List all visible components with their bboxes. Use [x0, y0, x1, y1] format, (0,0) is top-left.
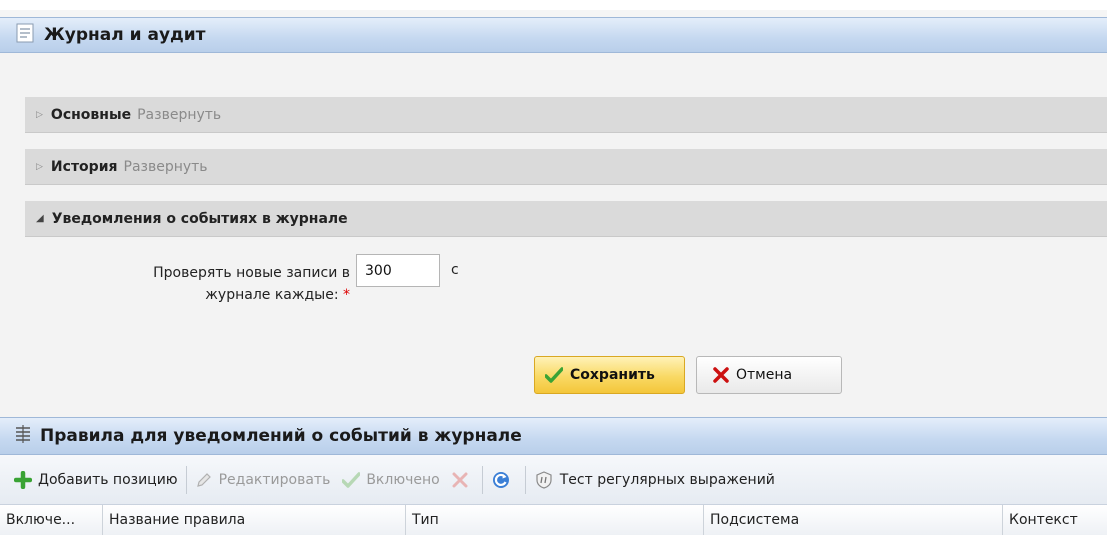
pencil-icon [195, 471, 213, 489]
edit-label: Редактировать [218, 471, 331, 488]
journal-panel-header: Журнал и аудит [0, 17, 1107, 53]
delete-button[interactable] [452, 472, 474, 488]
refresh-button[interactable] [491, 470, 517, 490]
close-icon [713, 367, 729, 383]
section-history-title: История [50, 158, 118, 175]
top-strip [0, 0, 1107, 10]
section-history[interactable]: ▷ История Развернуть [25, 149, 1107, 185]
save-button-label: Сохранить [570, 367, 655, 383]
interval-label-line1: Проверять новые записи в [153, 265, 350, 281]
refresh-icon [491, 470, 511, 490]
regex-shield-icon [534, 470, 554, 490]
section-basic-expand-link[interactable]: Развернуть [137, 107, 221, 123]
enable-button[interactable]: Включено [342, 471, 440, 488]
column-header-rule-name[interactable]: Название правила [103, 505, 406, 535]
toolbar-separator [481, 465, 483, 494]
checkmark-icon [342, 471, 361, 488]
section-history-expand-link[interactable]: Развернуть [124, 159, 208, 175]
required-mark: * [343, 287, 350, 303]
column-header-enabled[interactable]: Включе... [0, 505, 103, 535]
journal-panel-title: Журнал и аудит [44, 25, 206, 45]
rules-panel-header: Правила для уведомлений о событий в журн… [0, 417, 1107, 455]
interval-label: Проверять новые записи в журнале каждые:… [70, 262, 350, 306]
column-header-context[interactable]: Контекст [1003, 505, 1107, 535]
regex-test-label: Тест регулярных выражений [559, 471, 775, 488]
rules-grid-header: Включе... Название правила Тип Подсистем… [0, 505, 1107, 535]
document-icon [16, 23, 34, 47]
section-basic[interactable]: ▷ Основные Развернуть [25, 97, 1107, 133]
rules-toolbar: Добавить позицию Редактировать Включено [0, 455, 1107, 505]
save-button[interactable]: Сохранить [534, 356, 685, 394]
interval-unit-label: с [451, 262, 459, 278]
collapse-arrow-icon: ◢ [36, 213, 44, 224]
section-notifications[interactable]: ◢ Уведомления о событиях в журнале [25, 201, 1107, 237]
add-item-button[interactable]: Добавить позицию [14, 470, 178, 489]
add-item-label: Добавить позицию [38, 471, 178, 488]
column-header-subsystem[interactable]: Подсистема [704, 505, 1003, 535]
checkmark-icon [545, 367, 563, 383]
section-notifications-title: Уведомления о событиях в журнале [51, 210, 348, 227]
interval-input[interactable] [356, 254, 440, 287]
plus-icon [14, 470, 32, 489]
toolbar-separator [524, 465, 526, 494]
cancel-button[interactable]: Отмена [696, 356, 842, 394]
toolbar-separator [185, 465, 187, 494]
section-basic-title: Основные [50, 106, 132, 123]
enable-label: Включено [366, 471, 440, 488]
column-header-type[interactable]: Тип [406, 505, 704, 535]
edit-button[interactable]: Редактировать [195, 471, 331, 489]
rules-panel-title: Правила для уведомлений о событий в журн… [40, 426, 522, 446]
interval-label-line2: журнале каждые: [205, 287, 339, 303]
list-icon [14, 424, 32, 448]
expand-arrow-icon: ▷ [36, 109, 43, 120]
delete-icon [452, 472, 468, 488]
regex-test-button[interactable]: Тест регулярных выражений [534, 470, 775, 490]
expand-arrow-icon: ▷ [36, 161, 43, 172]
cancel-button-label: Отмена [736, 367, 793, 383]
